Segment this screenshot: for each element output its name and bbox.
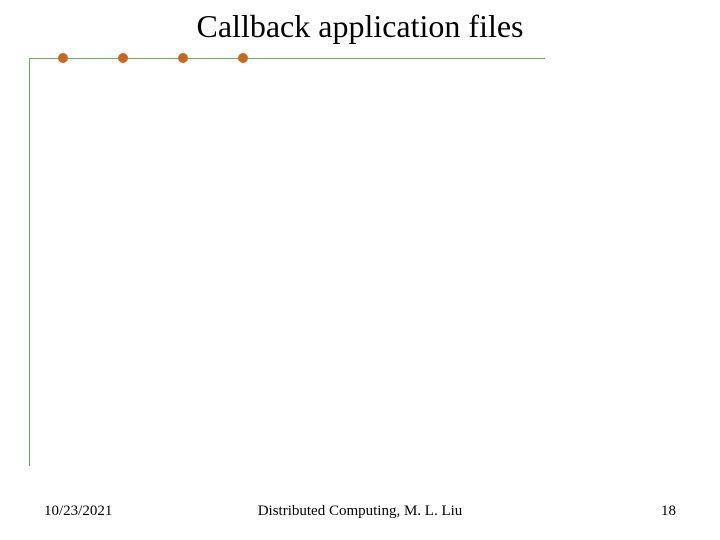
horizontal-rule	[29, 58, 545, 59]
footer-page-number: 18	[661, 503, 676, 520]
bullet-dot-icon	[178, 53, 188, 63]
bullet-dot-icon	[238, 53, 248, 63]
bullet-dot-icon	[58, 53, 68, 63]
footer-center: Distributed Computing, M. L. Liu	[0, 503, 720, 520]
bullet-dot-icon	[118, 53, 128, 63]
slide: Callback application files 10/23/2021 Di…	[0, 0, 720, 540]
slide-title: Callback application files	[0, 8, 720, 45]
vertical-rule	[29, 58, 30, 466]
